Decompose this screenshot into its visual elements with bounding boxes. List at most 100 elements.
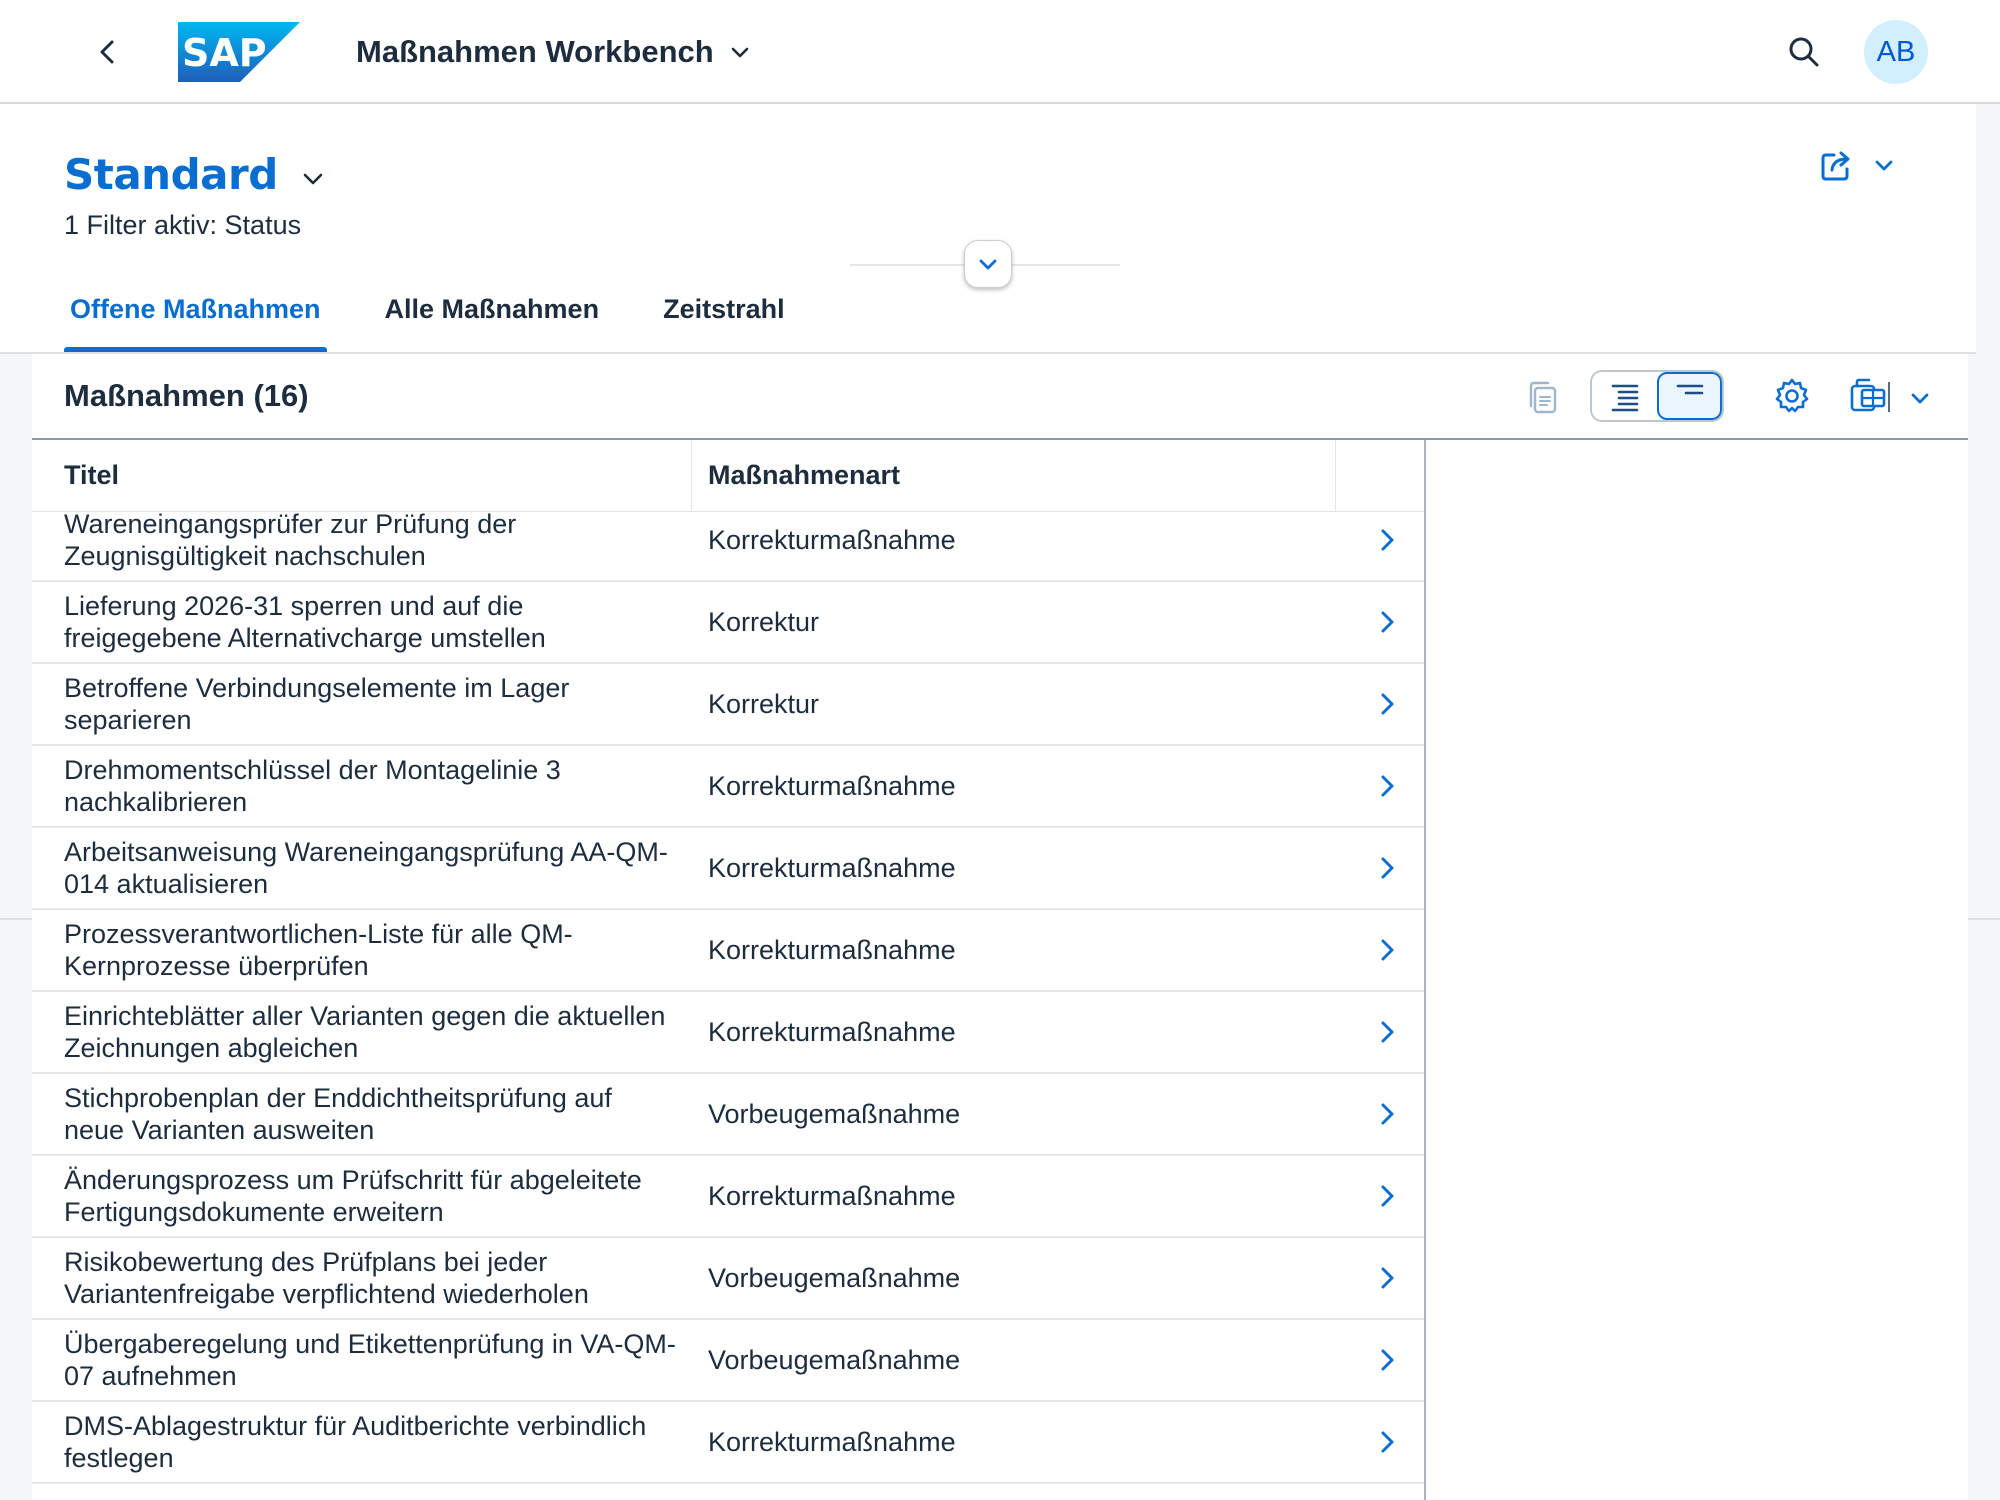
chevron-right-icon <box>1381 611 1394 633</box>
table-row[interactable]: DMS-Ablagestruktur für Auditberichte ver… <box>32 1402 1424 1484</box>
cell-massnahmenart: Vorbeugemaßnahme <box>708 1262 961 1293</box>
table-row[interactable]: Stichprobenplan der Enddichtheitsprüfung… <box>32 1074 1424 1156</box>
table-row[interactable]: Änderungsprozess um Prüfschritt für abge… <box>32 1156 1424 1238</box>
row-navigation[interactable] <box>1336 512 1424 580</box>
cell-titel: Arbeitsanweisung Wareneingangsprüfung AA… <box>64 837 668 899</box>
share-menu-button[interactable] <box>1818 146 1896 184</box>
filter-summary: 1 Filter aktiv: Status <box>64 210 302 240</box>
cell-titel: Jährliche Überprüfung der Rollenzuordnun… <box>32 1484 692 1500</box>
cell-titel: Lieferung 2026-31 sperren und auf die fr… <box>64 591 546 653</box>
cell-titel: Änderungsprozess um Prüfschritt für abge… <box>64 1165 642 1227</box>
chevron-right-icon <box>1381 1267 1394 1289</box>
cell-titel: Wareneingangsprüfer zur Prüfung der Zeug… <box>64 512 517 571</box>
collapse-rows-icon <box>1676 384 1703 395</box>
chevron-right-icon <box>1381 1431 1394 1453</box>
chevron-down-icon[interactable] <box>1908 386 1932 410</box>
row-navigation[interactable] <box>1336 1320 1424 1400</box>
table-row[interactable]: Betroffene Verbindungselemente im Lager … <box>32 664 1424 746</box>
column-header-titel[interactable]: Titel <box>32 440 692 511</box>
tab-offene-massnahmen[interactable]: Offene Maßnahmen <box>64 284 327 352</box>
app-title-menu[interactable]: Maßnahmen Workbench <box>356 30 752 74</box>
row-navigation[interactable] <box>1336 582 1424 662</box>
cell-massnahmenart: Korrekturmaßnahme <box>708 1426 956 1457</box>
settings-icon[interactable] <box>1772 376 1812 416</box>
variant-selector[interactable]: Standard <box>64 150 326 199</box>
sap-logo-text: SAP <box>182 31 267 75</box>
chevron-right-icon <box>1381 775 1394 797</box>
row-navigation[interactable] <box>1336 1402 1424 1482</box>
dynamic-page-header: Standard 1 Filter aktiv: Status Offene M… <box>0 104 1976 352</box>
row-navigation[interactable] <box>1336 910 1424 990</box>
chevron-down-icon <box>731 47 749 58</box>
table-panel: Maßnahmen (16) Titel Maßnahmenart Warene… <box>32 354 1968 1500</box>
app-title: Maßnahmen Workbench <box>356 34 714 69</box>
row-navigation[interactable] <box>1336 828 1424 908</box>
shell-bar: SAP Maßnahmen Workbench AB <box>0 0 2000 104</box>
table-row[interactable]: Lieferung 2026-31 sperren und auf die fr… <box>32 582 1424 664</box>
table-row[interactable]: Wareneingangsprüfer zur Prüfung der Zeug… <box>32 512 1424 582</box>
collapse-rows-button[interactable] <box>1657 372 1722 420</box>
row-navigation[interactable] <box>1336 746 1424 826</box>
row-navigation[interactable] <box>1336 664 1424 744</box>
divider <box>1966 918 2000 920</box>
table-row[interactable]: Übergaberegelung und Etikettenprüfung in… <box>32 1320 1424 1402</box>
table-header-row: Titel Maßnahmenart <box>32 440 1424 512</box>
chevron-right-icon <box>1381 1349 1394 1371</box>
cell-massnahmenart: Korrekturmaßnahme <box>708 524 956 555</box>
avatar[interactable]: AB <box>1864 20 1928 84</box>
expand-rows-button[interactable] <box>1592 372 1657 420</box>
chevron-right-icon <box>1381 1185 1394 1207</box>
table-row[interactable]: Prozessverantwortlichen-Liste für alle Q… <box>32 910 1424 992</box>
tab-alle-massnahmen[interactable]: Alle Maßnahmen <box>379 284 606 352</box>
measures-table: Titel Maßnahmenart Wareneingangsprüfer z… <box>32 440 1426 1500</box>
cell-massnahmenart <box>692 1484 1336 1500</box>
header-collapse-button[interactable] <box>964 240 1012 288</box>
table-toolbar: Maßnahmen (16) <box>32 354 1968 440</box>
table-rows: Wareneingangsprüfer zur Prüfung der Zeug… <box>32 512 1424 1500</box>
table-body[interactable]: Wareneingangsprüfer zur Prüfung der Zeug… <box>32 512 1424 1500</box>
row-navigation[interactable] <box>1336 992 1424 1072</box>
search-icon[interactable] <box>1786 34 1822 70</box>
cell-massnahmenart: Korrekturmaßnahme <box>708 934 956 965</box>
divider <box>0 918 32 920</box>
chevron-down-icon <box>1875 160 1893 171</box>
column-header-massnahmenart[interactable]: Maßnahmenart <box>692 440 1336 511</box>
chevron-right-icon <box>1381 1103 1394 1125</box>
chevron-right-icon <box>1381 693 1394 715</box>
cell-massnahmenart: Korrekturmaßnahme <box>708 770 956 801</box>
table-row[interactable]: Jährliche Überprüfung der Rollenzuordnun… <box>32 1484 1424 1500</box>
cell-titel: Prozessverantwortlichen-Liste für alle Q… <box>64 919 573 981</box>
row-navigation[interactable] <box>1336 1074 1424 1154</box>
copy-icon[interactable] <box>1526 380 1560 414</box>
toolbar-separator <box>1888 382 1890 412</box>
share-icon <box>1821 151 1850 181</box>
row-navigation[interactable] <box>1336 1238 1424 1318</box>
row-navigation[interactable] <box>1336 1156 1424 1236</box>
cell-massnahmenart: Vorbeugemaßnahme <box>708 1344 961 1375</box>
cell-titel: Stichprobenplan der Enddichtheitsprüfung… <box>64 1083 612 1145</box>
excel-export-icon[interactable] <box>1848 376 1888 416</box>
cell-titel: Übergaberegelung und Etikettenprüfung in… <box>64 1329 676 1391</box>
row-mode-toggle <box>1590 370 1724 422</box>
table-row[interactable]: Arbeitsanweisung Wareneingangsprüfung AA… <box>32 828 1424 910</box>
cell-titel: Drehmomentschlüssel der Montagelinie 3 n… <box>64 755 561 817</box>
table-row[interactable]: Drehmomentschlüssel der Montagelinie 3 n… <box>32 746 1424 828</box>
cell-titel: Risikobewertung des Prüfplans bei jeder … <box>64 1247 589 1309</box>
back-icon[interactable] <box>88 32 128 72</box>
table-title: Maßnahmen (16) <box>64 378 309 413</box>
cell-massnahmenart: Korrektur <box>708 606 820 637</box>
chevron-right-icon <box>1381 939 1394 961</box>
table-row[interactable]: Risikobewertung des Prüfplans bei jeder … <box>32 1238 1424 1320</box>
cell-titel: DMS-Ablagestruktur für Auditberichte ver… <box>64 1411 647 1473</box>
table-row[interactable]: Einrichteblätter aller Varianten gegen d… <box>32 992 1424 1074</box>
cell-massnahmenart: Korrektur <box>708 688 820 719</box>
row-navigation[interactable] <box>1336 1484 1424 1500</box>
column-header-navigation <box>1336 440 1424 511</box>
tab-bar: Offene Maßnahmen Alle Maßnahmen Zeitstra… <box>64 284 843 352</box>
cell-massnahmenart: Vorbeugemaßnahme <box>708 1098 961 1129</box>
sap-logo[interactable]: SAP <box>178 22 300 82</box>
cell-massnahmenart: Korrekturmaßnahme <box>708 1016 956 1047</box>
tab-zeitstrahl[interactable]: Zeitstrahl <box>657 284 791 352</box>
chevron-right-icon <box>1381 529 1394 551</box>
chevron-down-icon <box>979 259 997 270</box>
